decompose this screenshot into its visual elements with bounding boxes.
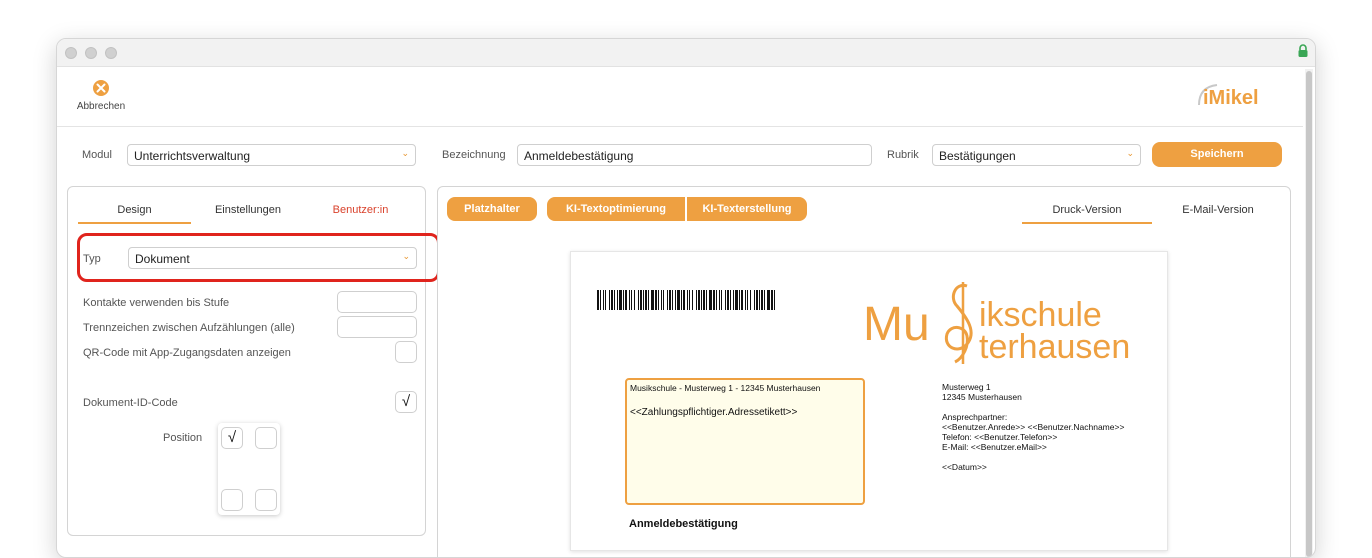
close-window-button[interactable] <box>65 47 77 59</box>
cancel-label: Abbrechen <box>76 101 126 112</box>
docid-label: Dokument-ID-Code <box>83 397 178 409</box>
position-picker: √ <box>218 423 280 515</box>
position-bottom-left-checkbox[interactable] <box>221 489 243 511</box>
qr-checkbox[interactable] <box>395 341 417 363</box>
scrollbar-thumb[interactable] <box>1306 71 1312 557</box>
position-bottom-right-checkbox[interactable] <box>255 489 277 511</box>
bezeichnung-value: Anmeldebestätigung <box>524 149 634 163</box>
tab-einstellungen[interactable]: Einstellungen <box>198 204 298 222</box>
tab-druck-version[interactable]: Druck-Version <box>1022 204 1152 224</box>
logo-mu: Mu <box>863 298 930 351</box>
minimize-window-button[interactable] <box>85 47 97 59</box>
chevron-down-icon: ⌄ <box>401 148 409 158</box>
email: E-Mail: <<Benutzer.eMail>> <box>942 442 1047 452</box>
phone: Telefon: <<Benutzer.Telefon>> <box>942 432 1058 442</box>
typ-select[interactable]: Dokument ⌄ <box>128 247 417 269</box>
preview-panel: Platzhalter KI-Textoptimierung KI-Texter… <box>437 186 1291 557</box>
modul-select[interactable]: Unterrichtsverwaltung ⌄ <box>127 144 416 166</box>
street: Musterweg 1 <box>942 382 991 392</box>
ki-texterstellung-button[interactable]: KI-Texterstellung <box>687 197 807 221</box>
logo-terhausen: terhausen <box>979 328 1130 366</box>
scrollbar[interactable] <box>1305 69 1313 557</box>
toolbar: Abbrechen iMikel <box>57 67 1303 127</box>
document-preview: Mu ikschule terhausen Musikschule - Must… <box>570 251 1168 551</box>
rubrik-select[interactable]: Bestätigungen ⌄ <box>932 144 1141 166</box>
ki-textoptimierung-button[interactable]: KI-Textoptimierung <box>547 197 685 221</box>
musikschule-logo: Mu ikschule terhausen <box>863 282 1130 366</box>
trennzeichen-label: Trennzeichen zwischen Aufzählungen (alle… <box>83 322 295 334</box>
qr-label: QR-Code mit App-Zugangsdaten anzeigen <box>83 347 291 359</box>
document-heading: Anmeldebestätigung <box>629 518 738 530</box>
chevron-down-icon: ⌄ <box>402 251 410 261</box>
address-box: Musikschule - Musterweg 1 - 12345 Muster… <box>625 378 865 505</box>
cancel-button[interactable]: Abbrechen <box>71 79 131 112</box>
kontakte-label: Kontakte verwenden bis Stufe <box>83 297 230 309</box>
logo-text: iMikel <box>1203 87 1259 109</box>
typ-label: Typ <box>83 253 101 265</box>
bezeichnung-input[interactable]: Anmeldebestätigung <box>517 144 872 166</box>
typ-value: Dokument <box>135 252 190 266</box>
contact-label: Ansprechpartner: <box>942 412 1008 422</box>
position-top-right-checkbox[interactable] <box>255 427 277 449</box>
imikel-logo: iMikel <box>1198 84 1259 109</box>
position-label: Position <box>163 432 203 444</box>
trennzeichen-input[interactable] <box>337 316 417 338</box>
kontakte-input[interactable] <box>337 291 417 313</box>
contact-name: <<Benutzer.Anrede>> <<Benutzer.Nachname>… <box>942 422 1125 432</box>
rubrik-label: Rubrik <box>887 149 919 161</box>
tab-design[interactable]: Design <box>78 204 191 224</box>
title-bar <box>57 39 1315 67</box>
app-window: Abbrechen iMikel Modul Unterrichtsverwal… <box>56 38 1316 558</box>
chevron-down-icon: ⌄ <box>1126 148 1134 158</box>
tab-email-version[interactable]: E-Mail-Version <box>1163 204 1273 222</box>
position-top-left-checkbox[interactable]: √ <box>221 427 243 449</box>
docid-checkbox[interactable]: √ <box>395 391 417 413</box>
bezeichnung-label: Bezeichnung <box>442 149 506 161</box>
zoom-window-button[interactable] <box>105 47 117 59</box>
tab-benutzer[interactable]: Benutzer:in <box>308 204 413 222</box>
lock-icon <box>1298 44 1308 57</box>
address-placeholder: <<Zahlungspflichtiger.Adressetikett>> <box>630 407 798 418</box>
sender-line: Musikschule - Musterweg 1 - 12345 Muster… <box>630 383 821 393</box>
cancel-icon <box>93 80 109 96</box>
design-panel: Design Einstellungen Benutzer:in Typ Dok… <box>67 186 440 536</box>
date: <<Datum>> <box>942 462 987 472</box>
barcode-icon <box>597 290 775 310</box>
modul-label: Modul <box>82 149 112 161</box>
modul-value: Unterrichtsverwaltung <box>134 149 251 163</box>
rubrik-value: Bestätigungen <box>939 149 1016 163</box>
city: 12345 Musterhausen <box>942 392 1022 402</box>
platzhalter-button[interactable]: Platzhalter <box>447 197 537 221</box>
save-button[interactable]: Speichern <box>1152 142 1282 167</box>
